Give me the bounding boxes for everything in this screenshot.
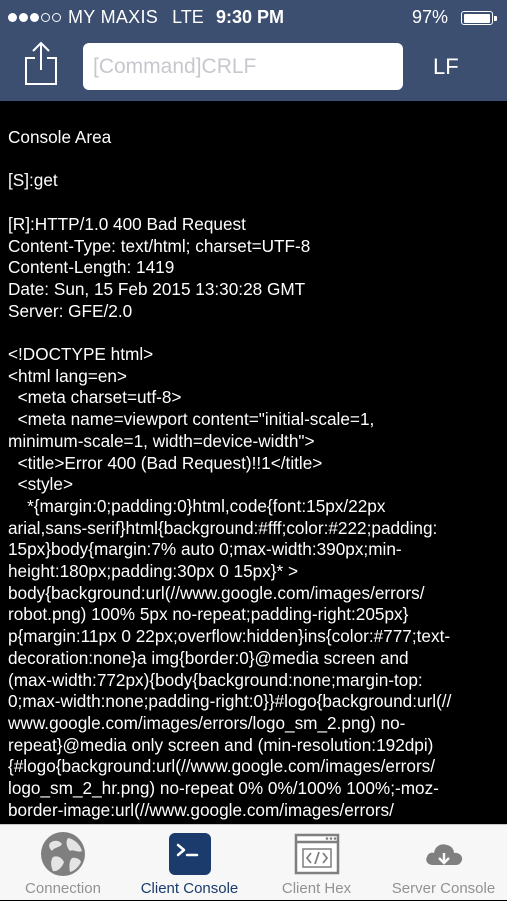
tab-client-console[interactable]: Client Console bbox=[126, 825, 253, 901]
status-time: 9:30 PM bbox=[216, 7, 285, 27]
signal-strength-icon bbox=[8, 13, 61, 22]
line-ending-button[interactable]: LF bbox=[433, 54, 459, 80]
tab-label: Server Console bbox=[391, 880, 496, 897]
status-bar: MY MAXIS LTE 9:30 PM 97% bbox=[0, 0, 507, 34]
tab-bar: Connection Client Console Client Hex Ser… bbox=[0, 824, 507, 900]
tab-server-console[interactable]: Server Console bbox=[380, 825, 507, 901]
carrier-name: MY MAXIS bbox=[68, 7, 159, 27]
code-window-icon bbox=[294, 833, 339, 875]
navigation-header: MY MAXIS LTE 9:30 PM 97% LF bbox=[0, 0, 507, 101]
tab-label: Client Hex bbox=[281, 880, 352, 897]
tab-label: Client Console bbox=[140, 880, 239, 897]
battery-icon bbox=[461, 11, 497, 25]
console-area[interactable]: Console Area [S]:get [R]:HTTP/1.0 400 Ba… bbox=[0, 101, 507, 824]
tab-connection[interactable]: Connection bbox=[0, 825, 126, 901]
terminal-icon bbox=[168, 833, 211, 875]
battery-percentage: 97% bbox=[412, 7, 449, 27]
command-input[interactable] bbox=[83, 43, 403, 90]
network-type: LTE bbox=[172, 7, 204, 27]
tab-client-hex[interactable]: Client Hex bbox=[253, 825, 380, 901]
tab-label: Connection bbox=[25, 880, 101, 897]
share-icon[interactable] bbox=[24, 40, 58, 86]
globe-icon bbox=[41, 832, 85, 876]
cloud-icon bbox=[425, 844, 462, 865]
